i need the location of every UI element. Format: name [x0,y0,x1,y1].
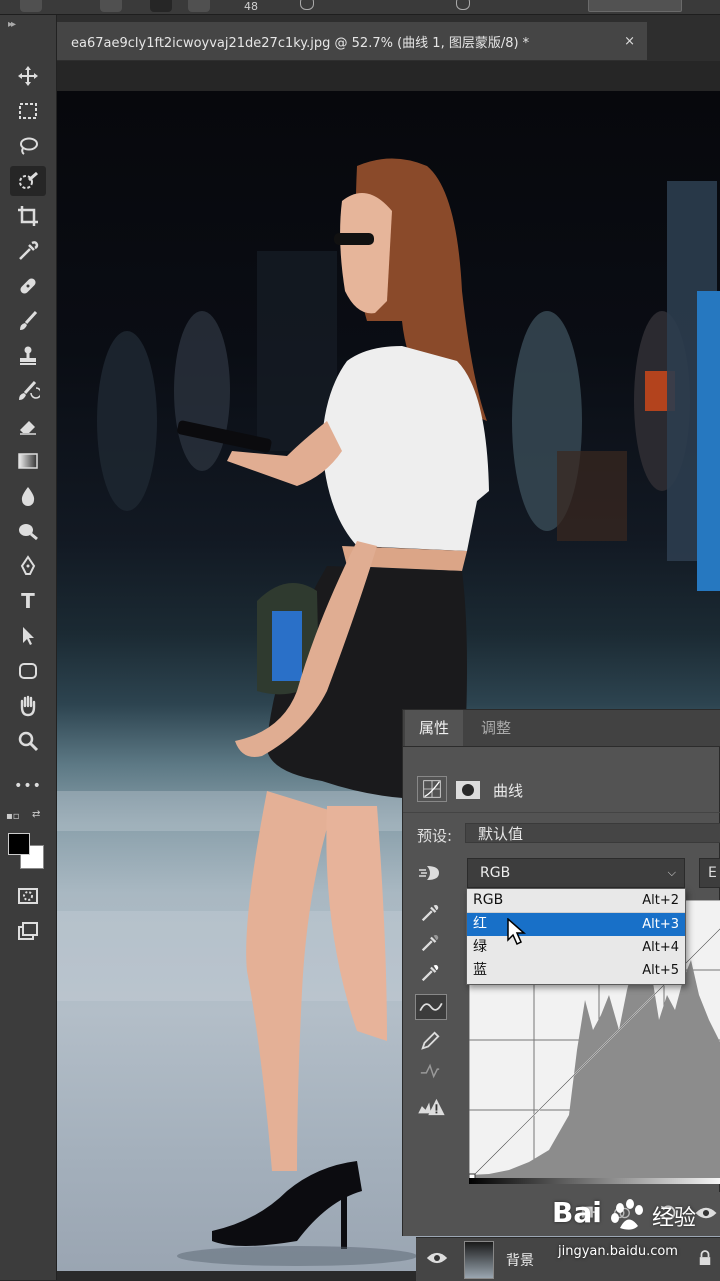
options-bar: 48 [0,0,720,15]
preset-select[interactable]: 默认值 [465,823,720,843]
chevron-down-icon: ⌵ [667,866,676,879]
foreground-color-swatch[interactable] [8,833,30,855]
tab-properties[interactable]: 属性 [405,710,464,746]
eraser-icon[interactable] [10,411,46,441]
menu-item-label: 红 [473,916,487,932]
sample-all-layers-checkbox[interactable] [300,0,314,10]
auto-button[interactable]: E [699,858,720,888]
mouse-cursor-icon [507,918,526,946]
watermark-brand: Bai [552,1196,602,1229]
marquee-icon[interactable] [10,96,46,126]
curves-adjustment-icon[interactable] [417,776,447,802]
brush-size-value[interactable]: 48 [244,0,258,14]
watermark: Bai 经验 jingyan.baidu.com [552,1196,720,1266]
crop-icon[interactable] [10,201,46,231]
watermark-brand-cn: 经验 [652,1206,697,1231]
clipping-warning-icon[interactable] [415,1094,447,1120]
pen-icon[interactable] [10,551,46,581]
layer-mask-icon[interactable] [455,780,481,800]
auto-enhance-checkbox[interactable] [456,0,470,10]
watermark-url: jingyan.baidu.com [558,1244,678,1259]
channel-select[interactable]: RGB ⌵ [467,858,685,888]
brush-mode-new-button[interactable] [100,0,122,12]
brush-icon[interactable] [10,306,46,336]
screen-mode-icon[interactable] [10,916,46,946]
gray-point-eyedropper-icon[interactable] [417,930,443,956]
document-title: ea67ae9cly1ft2icwoyvaj21de27c1ky.jpg @ 5… [71,35,530,51]
shape-icon[interactable] [10,656,46,686]
targeted-adjustment-icon[interactable] [417,862,445,884]
menu-item-shortcut: Alt+4 [642,940,679,955]
layer-name: 背景 [506,1253,534,1269]
blur-icon[interactable] [10,481,46,511]
layer-visibility-eye-icon[interactable] [426,1250,448,1269]
input-gradient-ramp [469,1178,720,1184]
menu-item-shortcut: Alt+5 [642,963,679,978]
dodge-icon[interactable] [10,516,46,546]
default-colors-icon[interactable]: ▪▫ [6,811,20,822]
lasso-icon[interactable] [10,131,46,161]
quick-mask-icon[interactable] [10,881,46,911]
healing-icon[interactable] [10,271,46,301]
eyedropper-icon[interactable] [10,236,46,266]
brush-mode-subtract-button[interactable] [188,0,210,12]
paw-logo-icon [611,1199,643,1230]
menu-item-shortcut: Alt+2 [642,893,679,908]
select-and-mask-button[interactable] [588,0,682,12]
layer-thumbnail [464,1241,494,1279]
hand-icon[interactable] [10,691,46,721]
gradient-icon[interactable] [10,446,46,476]
menu-item-label: 蓝 [473,962,487,978]
document-tab[interactable]: ea67ae9cly1ft2icwoyvaj21de27c1ky.jpg @ 5… [57,22,647,60]
tools-panel: ▸▸ T ••• ▪▫ ⇄ [0,15,57,1280]
stamp-icon[interactable] [10,341,46,371]
black-point-eyedropper-icon[interactable] [417,900,443,926]
zoom-icon[interactable] [10,726,46,756]
menu-item-shortcut: Alt+3 [642,917,679,932]
menu-item-label: RGB [473,892,504,908]
menu-item-label: 绿 [473,939,487,955]
menu-item-red[interactable]: 红 Alt+3 [467,913,685,936]
brush-preset-button[interactable] [20,0,42,12]
menu-item-blue[interactable]: 蓝 Alt+5 [467,959,685,982]
move-icon[interactable] [10,61,46,91]
canvas-pasteboard [57,61,720,91]
collapse-icon[interactable]: ▸▸ [8,19,16,30]
more-icon[interactable]: ••• [10,771,46,801]
adjustment-title: 曲线 [493,782,524,800]
channel-select-value: RGB [480,865,511,881]
edit-points-curve-icon[interactable] [415,994,447,1020]
menu-item-green[interactable]: 绿 Alt+4 [467,936,685,959]
smooth-curve-icon[interactable] [417,1058,443,1084]
menu-item-rgb[interactable]: RGB Alt+2 [467,889,685,913]
pencil-icon[interactable] [417,1028,443,1054]
properties-tab-bar: 属性 调整 [403,710,720,747]
quick-select-icon[interactable] [10,166,46,196]
channel-dropdown-menu: RGB Alt+2 红 Alt+3 绿 Alt+4 蓝 Alt+5 [466,888,686,985]
type-icon[interactable]: T [10,586,46,616]
white-point-eyedropper-icon[interactable] [417,960,443,986]
brush-mode-add-button[interactable] [150,0,172,12]
history-brush-icon[interactable] [10,376,46,406]
preset-label: 预设: [417,827,453,845]
divider [403,812,720,813]
swap-colors-icon[interactable]: ⇄ [32,809,40,820]
close-icon[interactable]: × [624,34,635,49]
tab-adjustments[interactable]: 调整 [467,710,525,746]
path-select-icon[interactable] [10,621,46,651]
